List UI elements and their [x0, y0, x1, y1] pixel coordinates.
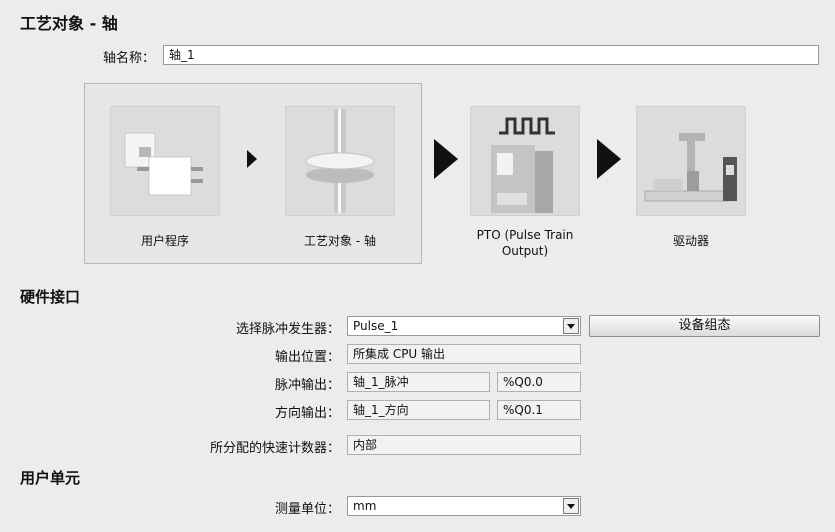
user-program-caption: 用户程序 — [140, 234, 189, 248]
pulse-output-address: %Q0.0 — [497, 372, 581, 392]
direction-output-field: 轴_1_方向 — [347, 400, 490, 420]
page-title: 工艺对象 - 轴 — [20, 14, 118, 33]
device-config-button[interactable]: 设备组态 — [589, 315, 820, 337]
measure-unit-label: 测量单位： — [274, 502, 340, 517]
tech-object-tile[interactable] — [285, 106, 395, 216]
pulse-output-label: 脉冲输出： — [274, 378, 340, 393]
hsc-field: 内部 — [347, 435, 581, 455]
pto-caption-line1: PTO (Pulse Train — [476, 228, 574, 242]
output-position-label: 输出位置： — [274, 350, 340, 365]
pto-tile[interactable] — [470, 106, 580, 216]
arrow-right-large-icon — [434, 139, 458, 179]
user-units-heading: 用户单元 — [20, 469, 81, 487]
pulse-output-field: 轴_1_脉冲 — [347, 372, 490, 392]
arrow-right-icon — [247, 150, 257, 168]
measure-unit-select[interactable]: mm — [347, 496, 581, 516]
hardware-interface-heading: 硬件接口 — [20, 288, 81, 306]
drive-machine-icon — [644, 133, 737, 202]
pulse-train-icon — [491, 117, 555, 213]
tech-object-caption: 工艺对象 - 轴 — [304, 234, 376, 248]
drive-caption: 驱动器 — [672, 234, 709, 248]
arrow-right-large-icon-2 — [597, 139, 621, 179]
hsc-label: 所分配的快速计数器： — [209, 441, 340, 456]
output-position-field: 所集成 CPU 输出 — [347, 344, 581, 364]
program-blocks-icon — [124, 132, 203, 196]
pulse-generator-value: Pulse_1 — [353, 319, 399, 333]
chevron-down-icon-2[interactable] — [563, 498, 579, 514]
direction-output-address: %Q0.1 — [497, 400, 581, 420]
measure-unit-value: mm — [353, 499, 377, 513]
pulse-generator-label: 选择脉冲发生器： — [235, 322, 340, 337]
direction-output-label: 方向输出： — [274, 406, 340, 421]
chevron-down-icon[interactable] — [563, 318, 579, 334]
axis-name-label: 轴名称： — [102, 51, 155, 66]
axis-name-input[interactable]: 轴_1 — [163, 45, 819, 65]
pto-caption-line2: Output) — [501, 244, 549, 258]
axis-cylinder-icon — [305, 109, 375, 213]
user-program-tile[interactable] — [110, 106, 220, 216]
pulse-generator-select[interactable]: Pulse_1 — [347, 316, 581, 336]
drive-tile[interactable] — [636, 106, 746, 216]
